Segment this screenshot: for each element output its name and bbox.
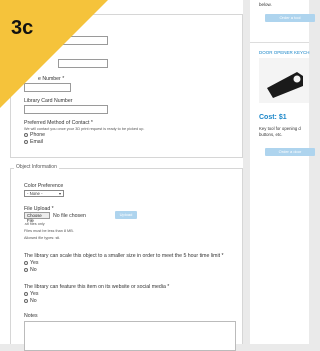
feature-question: The library can feature this item on its… bbox=[24, 284, 170, 290]
color-select[interactable]: - None - ▾ bbox=[24, 190, 64, 197]
keychain-image bbox=[259, 58, 309, 103]
radio-phone-label: Phone bbox=[30, 132, 46, 138]
no-file-text: No file chosen bbox=[53, 213, 86, 219]
notes-label: Notes bbox=[24, 313, 38, 319]
sidebar-divider bbox=[250, 42, 309, 43]
file-help-2: Files must be less than 8 MB. bbox=[24, 229, 74, 233]
radio-feature-no-label: No bbox=[30, 298, 37, 304]
radio-feature-no[interactable] bbox=[24, 299, 28, 303]
sidebar-section-title: DOOR OPENER KEYCH bbox=[259, 50, 310, 55]
cost-label: Cost: $1 bbox=[259, 114, 287, 121]
upload-button[interactable]: Upload bbox=[115, 211, 137, 219]
notes-textarea[interactable] bbox=[24, 321, 236, 351]
color-label: Color Preference bbox=[24, 183, 64, 189]
file-help-3: Allowed file types: stl. bbox=[24, 236, 61, 240]
step-badge-label: 3c bbox=[11, 17, 34, 39]
radio-scale-yes-label: Yes bbox=[30, 260, 39, 266]
contact-method-help: We will contact you once your 3D print r… bbox=[24, 127, 145, 131]
radio-email[interactable] bbox=[24, 140, 28, 144]
order-tool-button[interactable]: Order a tool bbox=[265, 14, 315, 22]
sidebar: below. Order a tool DOOR OPENER KEYCH Co… bbox=[250, 0, 315, 344]
radio-scale-yes[interactable] bbox=[24, 261, 28, 265]
radio-scale-no[interactable] bbox=[24, 268, 28, 272]
product-desc-2: buttons, etc. bbox=[259, 132, 283, 137]
radio-email-label: Email bbox=[30, 139, 43, 145]
contact-method-label: Preferred Method of Contact * bbox=[24, 120, 93, 126]
file-help-1: .stl files only bbox=[24, 222, 45, 226]
radio-phone[interactable] bbox=[24, 133, 28, 137]
object-legend: Object Information bbox=[14, 164, 59, 170]
order-door-button[interactable]: Order a door bbox=[265, 148, 315, 156]
color-select-value: - None - bbox=[27, 191, 43, 196]
radio-feature-yes[interactable] bbox=[24, 292, 28, 296]
scale-question: The library can scale this object to a s… bbox=[24, 253, 224, 259]
product-desc-1: Key tool for opening d bbox=[259, 126, 301, 131]
radio-feature-yes-label: Yes bbox=[30, 291, 39, 297]
chevron-down-icon: ▾ bbox=[58, 191, 61, 196]
choose-file-button[interactable]: Choose File bbox=[24, 212, 50, 223]
sidebar-top-text: below. bbox=[259, 2, 272, 7]
radio-scale-no-label: No bbox=[30, 267, 37, 273]
